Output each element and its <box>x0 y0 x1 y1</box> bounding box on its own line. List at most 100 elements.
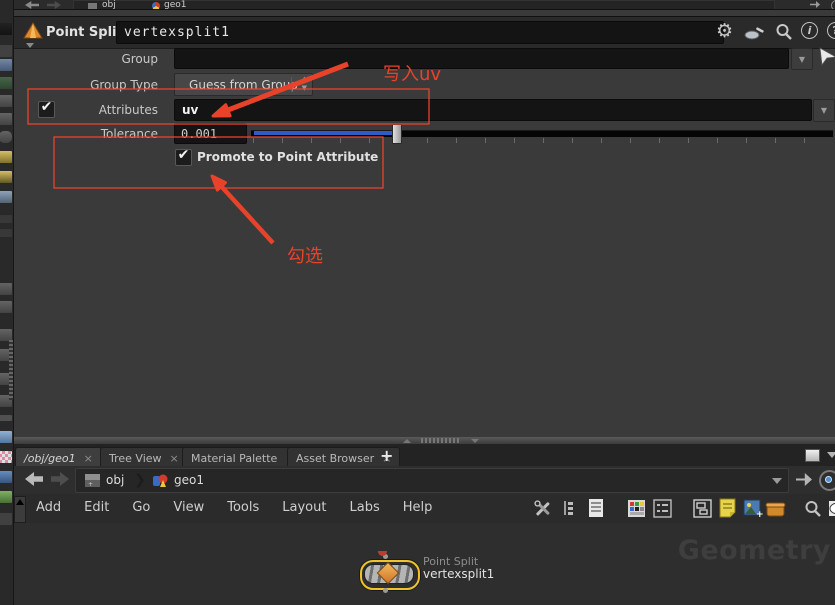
forward-icon[interactable] <box>47 1 61 9</box>
light-icon[interactable] <box>0 170 13 184</box>
tolerance-slider-handle[interactable] <box>392 124 402 144</box>
pane-splitter-grip[interactable] <box>9 340 13 400</box>
uv-checker-icon[interactable] <box>0 450 13 464</box>
splitter-collapse-down-icon[interactable] <box>471 439 479 443</box>
tab-label: /obj/geo1 <box>24 452 76 465</box>
group-dropdown-button[interactable]: ▼ <box>791 48 813 70</box>
notes-list-icon[interactable] <box>587 498 605 518</box>
grid-options-icon[interactable] <box>653 499 672 518</box>
menu-help[interactable]: Help <box>403 500 433 515</box>
menu-labs[interactable]: Labs <box>349 500 379 515</box>
point-split-icon <box>22 21 44 43</box>
menu-scroll-strip[interactable] <box>14 496 26 523</box>
wire-icon[interactable] <box>0 76 13 90</box>
menu-tools[interactable]: Tools <box>227 500 259 515</box>
forward-icon[interactable] <box>51 472 69 486</box>
eye-icon[interactable] <box>829 501 835 516</box>
tools-icon[interactable] <box>533 499 552 518</box>
node-name-input[interactable]: vertexsplit1 <box>116 21 724 44</box>
menu-layout[interactable]: Layout <box>282 500 326 515</box>
windows-layout-icon[interactable] <box>693 499 712 518</box>
cube-tool-icon[interactable] <box>0 490 13 504</box>
background-image-icon[interactable]: + <box>743 499 763 518</box>
header-context-arrow[interactable] <box>26 43 34 48</box>
toolbar-icon[interactable] <box>0 228 13 238</box>
new-tab-button[interactable]: + <box>380 447 393 465</box>
geo-crumb[interactable]: geo1 <box>164 0 186 10</box>
search-icon[interactable] <box>803 499 823 519</box>
spinner-down-icon: ▼ <box>302 84 307 92</box>
info-icon[interactable]: i <box>801 22 818 39</box>
hook-tool-icon[interactable] <box>0 512 13 526</box>
promote-checkbox[interactable]: ✔ <box>175 149 192 166</box>
select-icon[interactable] <box>0 58 13 72</box>
attributes-input[interactable]: uv <box>174 99 812 121</box>
tolerance-slider-fill <box>254 131 393 135</box>
tree-list-icon[interactable] <box>561 499 579 517</box>
eye-icon[interactable] <box>0 282 13 296</box>
lock-icon[interactable] <box>0 94 13 108</box>
chevron-down-icon: ▼ <box>799 55 805 64</box>
obj-crumb[interactable]: obj <box>102 0 116 10</box>
tab-material-palette[interactable]: Material Palette × <box>182 447 304 468</box>
attributes-label: Attributes <box>13 103 158 117</box>
tolerance-input[interactable]: 0.001 <box>174 123 247 144</box>
gear-icon[interactable]: ⚙ <box>716 20 733 42</box>
light-icon[interactable] <box>0 150 13 164</box>
toolbar-icon[interactable] <box>0 44 13 58</box>
toolbar-icon[interactable] <box>0 300 13 314</box>
triangle-tool-icon[interactable] <box>0 430 13 444</box>
splitter-collapse-up-icon[interactable] <box>403 439 411 443</box>
top-breadcrumb[interactable]: obj geo1 <box>73 0 775 10</box>
path-dropdown-icon[interactable] <box>772 478 782 484</box>
asset-basket-icon[interactable] <box>765 500 786 517</box>
pane-splitter[interactable] <box>13 437 835 444</box>
splitter-grip[interactable] <box>421 438 461 443</box>
back-icon[interactable] <box>25 472 43 486</box>
pane-maximize-icon[interactable] <box>805 449 820 462</box>
menu-view[interactable]: View <box>173 500 204 515</box>
network-editor[interactable]: Geometry Point Split vertexsplit1 <box>13 523 835 605</box>
node-output-connector[interactable] <box>383 588 388 593</box>
toolbar-icon[interactable] <box>0 214 13 224</box>
group-type-combo[interactable]: Guess from Group ▲ ▼ <box>174 73 313 96</box>
toolbar-icon[interactable] <box>0 414 13 422</box>
help-icon[interactable]: ? <box>827 22 835 39</box>
node-name-label[interactable]: vertexsplit1 <box>423 567 494 581</box>
menu-add[interactable]: Add <box>36 500 61 515</box>
menu-go[interactable]: Go <box>132 500 150 515</box>
geo-mini-icon <box>152 2 160 10</box>
diamond-tool-icon[interactable] <box>0 470 13 484</box>
group-input[interactable] <box>174 48 789 69</box>
node-name-value: vertexsplit1 <box>124 25 230 40</box>
node-body[interactable] <box>360 560 420 590</box>
search-icon[interactable] <box>774 22 794 42</box>
check-icon: ✔ <box>178 147 190 163</box>
pin-icon[interactable] <box>810 1 820 8</box>
sphere-icon[interactable] <box>0 130 13 144</box>
menu-edit[interactable]: Edit <box>84 500 109 515</box>
radial-menu-icon[interactable] <box>831 0 835 10</box>
toolbar-icon[interactable] <box>0 22 13 36</box>
obj-icon: + <box>84 473 101 488</box>
tab-label: Tree View <box>109 452 162 465</box>
back-icon[interactable] <box>25 1 39 9</box>
attributes-dropdown-button[interactable]: ▼ <box>813 99 835 122</box>
toolbar-icon[interactable] <box>0 112 13 126</box>
group-select-arrow-icon[interactable] <box>817 46 835 68</box>
path-field[interactable]: + obj ❯ geo1 <box>75 468 789 493</box>
tab-close-icon[interactable]: × <box>84 452 93 465</box>
radial-menu-icon[interactable] <box>819 470 835 491</box>
tab-close-icon[interactable]: × <box>170 452 179 465</box>
pin-icon[interactable] <box>796 473 812 486</box>
path-crumb-obj[interactable]: obj <box>106 473 124 487</box>
presets-pan-icon[interactable] <box>744 24 766 41</box>
pane-menu-icon[interactable] <box>827 452 835 458</box>
combo-spinner-icon[interactable]: ▲ ▼ <box>302 75 307 93</box>
tab-obj-geo1[interactable]: /obj/geo1 × <box>15 447 102 468</box>
tab-tree-view[interactable]: Tree View × <box>100 447 188 468</box>
path-crumb-geo1[interactable]: geo1 <box>174 473 204 487</box>
camera-icon[interactable] <box>0 190 13 204</box>
color-palette-icon[interactable] <box>627 499 646 518</box>
sticky-note-icon[interactable] <box>718 498 737 518</box>
